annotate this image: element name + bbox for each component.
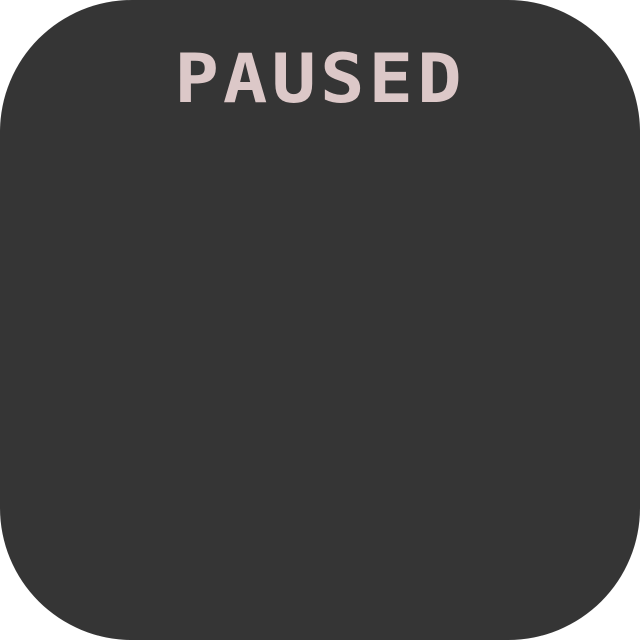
pause-overlay-panel: PAUSED [0, 0, 640, 640]
paused-title: PAUSED [174, 39, 466, 119]
pause-title-container: PAUSED [0, 39, 640, 119]
